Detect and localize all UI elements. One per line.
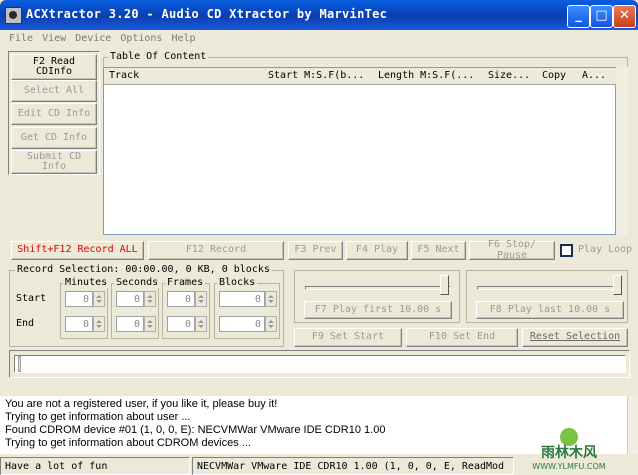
title-bar: ACXtractor 3.20 - Audio CD Xtractor by M…	[0, 0, 638, 30]
start-seconds-spinner[interactable]	[144, 291, 156, 307]
watermark-logo: 雨林木风 WWW.YLMFU.COM	[512, 423, 626, 471]
play-last-slider-track[interactable]	[477, 286, 623, 290]
app-icon	[5, 7, 22, 24]
play-first-button[interactable]: F7 Play first 10.00 s	[304, 301, 452, 319]
end-minutes-input[interactable]: 0	[65, 316, 93, 332]
set-end-button[interactable]: F10 Set End	[406, 328, 518, 347]
end-row-label: End	[16, 318, 35, 329]
column-track[interactable]: Track	[104, 68, 269, 85]
play-loop-checkbox[interactable]	[560, 244, 573, 257]
status-message: Have a lot of fun	[0, 457, 190, 475]
set-start-button[interactable]: F9 Set Start	[294, 328, 402, 347]
log-line: You are not a registered user, if you li…	[5, 398, 278, 410]
column-size[interactable]: Size...	[483, 68, 543, 85]
start-minutes-spinner[interactable]	[93, 291, 105, 307]
start-blocks-spinner[interactable]	[265, 291, 277, 307]
end-blocks-input[interactable]: 0	[219, 316, 265, 332]
spinner-column-label: Frames	[165, 277, 206, 288]
play-loop-label: Play Loop	[578, 244, 633, 255]
toc-list[interactable]: Track Start M:S.F(b... Length M:S.F(... …	[103, 67, 623, 235]
start-blocks-input[interactable]: 0	[219, 291, 265, 307]
spinner-column-label: Seconds	[114, 277, 161, 288]
menu-help[interactable]: Help	[171, 33, 195, 44]
select-all-button[interactable]: Select All	[11, 80, 97, 102]
close-button[interactable]: ✕	[613, 5, 636, 28]
start-frames-spinner[interactable]	[195, 291, 207, 307]
start-seconds-input[interactable]: 0	[116, 291, 144, 307]
record-all-button[interactable]: Shift+F12 Record ALL	[11, 241, 144, 260]
menu-view[interactable]: View	[42, 33, 66, 44]
reset-selection-button[interactable]: Reset Selection	[522, 328, 628, 347]
edit-cd-info-button[interactable]: Edit CD Info	[11, 103, 97, 125]
end-blocks-spinner[interactable]	[265, 316, 277, 332]
play-button[interactable]: F4 Play	[346, 241, 408, 260]
spinner-column-label: Minutes	[63, 277, 110, 288]
play-first-slider-thumb[interactable]	[440, 275, 449, 295]
spinner-column-label: Blocks	[217, 277, 258, 288]
toc-label: Table Of Content	[108, 51, 209, 62]
next-button[interactable]: F5 Next	[411, 241, 466, 260]
position-slider[interactable]	[14, 355, 626, 373]
start-row-label: Start	[16, 293, 47, 304]
start-minutes-input[interactable]: 0	[65, 291, 93, 307]
end-seconds-input[interactable]: 0	[116, 316, 144, 332]
maximize-button[interactable]: □	[590, 5, 613, 28]
play-last-slider-thumb[interactable]	[613, 275, 622, 295]
menu-options[interactable]: Options	[120, 33, 162, 44]
prev-button[interactable]: F3 Prev	[288, 241, 343, 260]
menu-bar: File View Device Options Help	[0, 30, 638, 48]
play-last-button[interactable]: F8 Play last 10.00 s	[476, 301, 624, 319]
log-scrollbar[interactable]	[627, 396, 638, 454]
toc-scrollbar[interactable]	[616, 67, 628, 235]
end-seconds-spinner[interactable]	[144, 316, 156, 332]
play-first-slider-track[interactable]	[305, 286, 451, 290]
window-title: ACXtractor 3.20 - Audio CD Xtractor by M…	[26, 7, 388, 21]
record-selection-label: Record Selection: 00:00.00, 0 KB, 0 bloc…	[15, 264, 272, 275]
get-cd-info-button[interactable]: Get CD Info	[11, 127, 97, 149]
end-frames-spinner[interactable]	[195, 316, 207, 332]
read-cdinfo-button[interactable]: F2 Read CDInfo	[11, 54, 97, 80]
minimize-button[interactable]: _	[567, 5, 590, 28]
start-frames-input[interactable]: 0	[167, 291, 195, 307]
menu-file[interactable]: File	[9, 33, 33, 44]
status-device: NECVMWar VMware IDE CDR10 1.00 (1, 0, 0,…	[192, 457, 514, 475]
end-frames-input[interactable]: 0	[167, 316, 195, 332]
end-minutes-spinner[interactable]	[93, 316, 105, 332]
record-button[interactable]: F12 Record	[148, 241, 284, 260]
svg-text:雨林木风: 雨林木风	[541, 444, 597, 461]
submit-cd-info-button[interactable]: Submit CD Info	[11, 150, 97, 174]
menu-device[interactable]: Device	[75, 33, 111, 44]
column-length[interactable]: Length M:S.F(...	[373, 68, 489, 85]
position-slider-thumb[interactable]	[18, 356, 21, 372]
svg-text:WWW.YLMFU.COM: WWW.YLMFU.COM	[532, 462, 605, 471]
stop-pause-button[interactable]: F6 Stop/ Pause	[469, 239, 555, 260]
column-start[interactable]: Start M:S.F(b...	[263, 68, 379, 85]
